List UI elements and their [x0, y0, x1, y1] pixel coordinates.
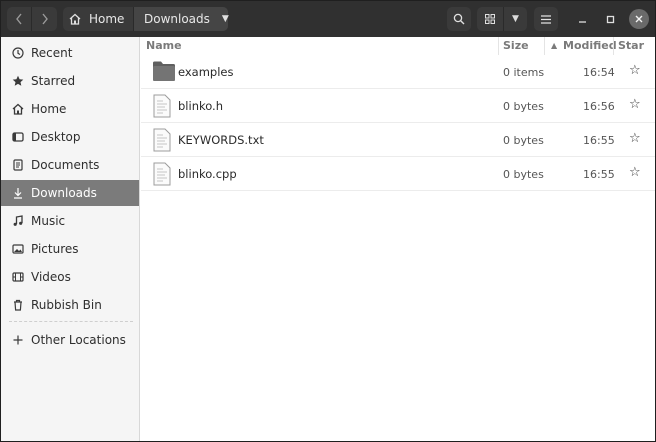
file-size: 0 bytes [503, 134, 544, 147]
close-button[interactable] [629, 9, 649, 29]
video-icon [11, 270, 25, 284]
column-headers: Name Size ▲ Modified Star [141, 37, 655, 55]
clock-icon [11, 46, 25, 60]
sidebar-item-music[interactable]: Music [1, 208, 139, 234]
pictures-icon [11, 242, 25, 256]
sidebar-item-label: Recent [31, 46, 73, 60]
navigation-buttons [7, 7, 57, 31]
sidebar-item-rubbish-bin[interactable]: Rubbish Bin [1, 292, 139, 318]
sidebar-item-downloads[interactable]: Downloads [1, 180, 139, 206]
home-icon [69, 13, 81, 25]
chevron-down-icon: ▼ [512, 14, 519, 24]
maximize-icon [606, 15, 614, 23]
sidebar-item-starred[interactable]: Starred [1, 68, 139, 94]
document-icon [11, 158, 25, 172]
file-name: blinko.cpp [178, 167, 237, 181]
file-row-examples[interactable]: examples 0 items 16:54 ☆ [141, 55, 655, 89]
column-divider [544, 37, 545, 55]
sidebar-item-label: Desktop [31, 130, 81, 144]
close-icon [635, 15, 643, 23]
sidebar-item-label: Videos [31, 270, 71, 284]
sidebar-item-pictures[interactable]: Pictures [1, 236, 139, 262]
breadcrumb-downloads-label: Downloads [144, 12, 210, 26]
column-header-star[interactable]: Star [618, 39, 644, 52]
sidebar: Recent Starred Home Desktop Documents Do… [1, 37, 140, 441]
file-modified: 16:54 [583, 66, 615, 79]
sidebar-item-label: Pictures [31, 242, 79, 256]
star-toggle-icon[interactable]: ☆ [629, 165, 641, 180]
maximize-button[interactable] [599, 7, 621, 31]
sidebar-item-label: Other Locations [31, 333, 126, 347]
back-button[interactable] [7, 7, 32, 31]
sidebar-item-documents[interactable]: Documents [1, 152, 139, 178]
file-modified: 16:55 [583, 134, 615, 147]
grid-icon [485, 14, 495, 24]
file-modified: 16:55 [583, 168, 615, 181]
file-manager-window: Home Downloads ▼ ▼ Recent Starred Home D… [0, 0, 656, 442]
column-header-name[interactable]: Name [146, 39, 182, 52]
breadcrumb-home-label: Home [89, 12, 125, 26]
sidebar-divider [9, 321, 133, 322]
home-icon [11, 102, 25, 116]
view-options-dropdown[interactable]: ▼ [503, 7, 527, 31]
chevron-left-icon [16, 13, 22, 25]
menu-button[interactable] [534, 7, 558, 31]
sidebar-item-label: Rubbish Bin [31, 298, 102, 312]
sidebar-item-label: Documents [31, 158, 100, 172]
sidebar-item-other-locations[interactable]: Other Locations [1, 327, 139, 353]
header-bar: Home Downloads ▼ ▼ [1, 1, 655, 37]
file-size: 0 bytes [503, 100, 544, 113]
plus-icon [11, 333, 25, 347]
minimize-button[interactable] [571, 7, 593, 31]
sidebar-item-label: Downloads [31, 186, 97, 200]
search-button[interactable] [447, 7, 471, 31]
dropdown-arrow-icon: ▼ [221, 14, 229, 24]
file-row-keywords-txt[interactable]: KEYWORDS.txt 0 bytes 16:55 ☆ [141, 123, 655, 157]
minimize-icon [578, 20, 586, 23]
star-toggle-icon[interactable]: ☆ [629, 63, 641, 78]
sort-ascending-icon: ▲ [551, 41, 558, 50]
text-file-icon [153, 94, 171, 118]
sidebar-item-home[interactable]: Home [1, 96, 139, 122]
music-icon [11, 214, 25, 228]
sidebar-item-label: Starred [31, 74, 76, 88]
file-name: blinko.h [178, 99, 224, 113]
breadcrumb-home[interactable]: Home [63, 7, 134, 31]
desktop-icon [11, 130, 25, 144]
sidebar-item-label: Music [31, 214, 66, 228]
file-row-blinko-cpp[interactable]: blinko.cpp 0 bytes 16:55 ☆ [141, 157, 655, 191]
column-header-modified[interactable]: Modified [563, 39, 617, 52]
column-divider [498, 37, 499, 55]
trash-icon [11, 298, 25, 312]
text-file-icon [153, 162, 171, 186]
path-bar: Home Downloads ▼ [63, 7, 229, 31]
download-icon [11, 186, 25, 200]
file-row-blinko-h[interactable]: blinko.h 0 bytes 16:56 ☆ [141, 89, 655, 123]
forward-button[interactable] [32, 7, 57, 31]
folder-icon [153, 61, 175, 81]
sidebar-item-desktop[interactable]: Desktop [1, 124, 139, 150]
grid-view-button[interactable] [477, 7, 503, 31]
sidebar-item-recent[interactable]: Recent [1, 40, 139, 66]
sidebar-item-videos[interactable]: Videos [1, 264, 139, 290]
column-divider [613, 37, 614, 55]
star-icon [11, 74, 25, 88]
file-size: 0 bytes [503, 168, 544, 181]
file-name: KEYWORDS.txt [178, 133, 264, 147]
file-modified: 16:56 [583, 100, 615, 113]
chevron-right-icon [41, 13, 48, 25]
file-list-view: Name Size ▲ Modified Star examples 0 ite… [141, 37, 655, 441]
breadcrumb-downloads[interactable]: Downloads ▼ [134, 7, 229, 31]
star-toggle-icon[interactable]: ☆ [629, 97, 641, 112]
column-header-size[interactable]: Size [503, 39, 529, 52]
file-size: 0 items [503, 66, 545, 79]
hamburger-menu-icon [541, 14, 551, 24]
search-icon [453, 13, 465, 25]
text-file-icon [153, 128, 171, 152]
file-name: examples [178, 65, 234, 79]
star-toggle-icon[interactable]: ☆ [629, 131, 641, 146]
sidebar-item-label: Home [31, 102, 67, 116]
